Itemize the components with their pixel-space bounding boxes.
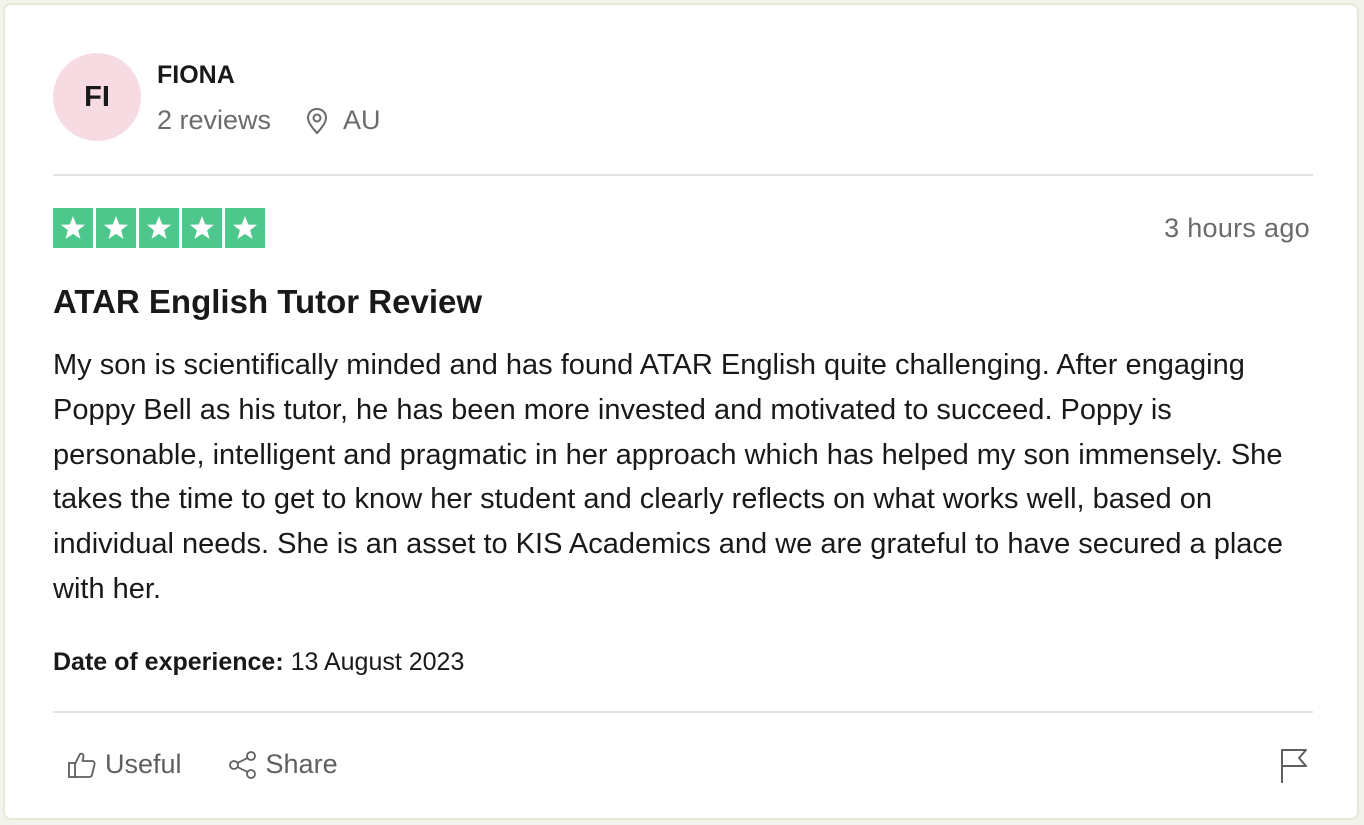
reviewer-location: AU <box>343 105 381 135</box>
avatar-initials: FI <box>84 80 110 113</box>
review-actions: Useful Share <box>67 749 338 780</box>
review-body: My son is scientifically minded and has … <box>53 349 1284 605</box>
useful-label: Useful <box>105 749 182 779</box>
date-of-experience: Date of experience: 13 August 2023 <box>53 648 464 677</box>
report-button[interactable] <box>1278 747 1310 785</box>
footer-divider <box>53 711 1313 713</box>
thumbs-up-icon <box>67 750 97 780</box>
share-button[interactable]: Share <box>228 749 338 780</box>
experience-label: Date of experience: <box>53 648 284 676</box>
star-icon <box>53 208 93 248</box>
share-icon <box>228 750 258 780</box>
flag-icon <box>1278 747 1310 785</box>
review-card: FI FIONA 2 reviews AU 3 hours ago ATAR E… <box>3 3 1359 820</box>
star-rating <box>53 208 265 248</box>
header-divider <box>53 174 1313 176</box>
reviewer-name[interactable]: FIONA <box>157 61 235 90</box>
reviewer-header: FI FIONA 2 reviews AU <box>53 53 753 143</box>
avatar[interactable]: FI <box>53 53 141 141</box>
review-timestamp: 3 hours ago <box>1164 213 1310 243</box>
useful-button[interactable]: Useful <box>67 749 182 780</box>
star-icon <box>225 208 265 248</box>
location-pin-icon <box>303 106 331 136</box>
reviewer-meta: 2 reviews AU <box>157 105 381 136</box>
experience-date: 13 August 2023 <box>290 648 465 676</box>
star-icon <box>139 208 179 248</box>
star-icon <box>96 208 136 248</box>
review-title[interactable]: ATAR English Tutor Review <box>53 283 482 321</box>
star-icon <box>182 208 222 248</box>
reviews-count: 2 reviews <box>157 105 272 135</box>
share-label: Share <box>265 749 338 779</box>
